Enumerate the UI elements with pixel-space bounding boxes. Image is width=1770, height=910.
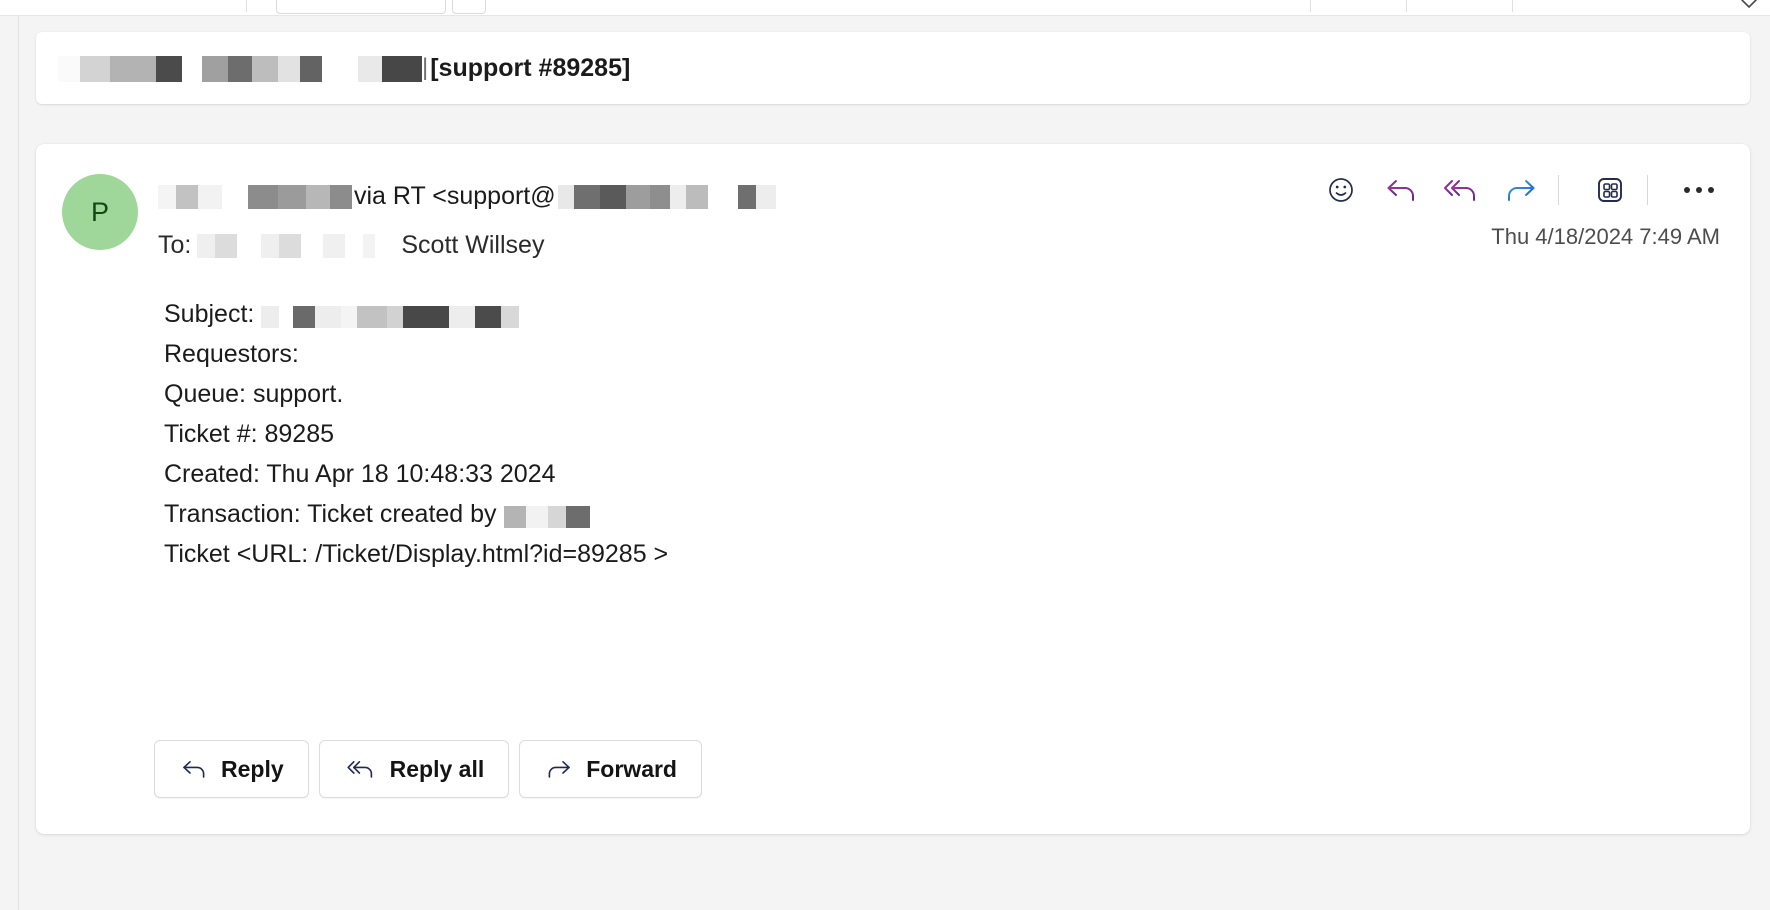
body-line-ticket-url: Ticket <URL: /Ticket/Display.html?id=892… [164, 540, 669, 568]
message-timestamp: Thu 4/18/2024 7:49 AM [1491, 224, 1720, 249]
conversation-subject: | [support #89285] [58, 54, 630, 83]
body-transaction-prefix: Transaction: Ticket created by [164, 500, 497, 528]
forward-icon [544, 757, 574, 781]
toolbar-corner [1682, 0, 1722, 14]
body-subject-redacted [261, 295, 520, 335]
reply-all-icon[interactable] [1438, 167, 1484, 213]
message-card: P via RT <support@ To: Scott Willsey Thu… [36, 144, 1750, 834]
reply-all-button[interactable]: Reply all [318, 740, 510, 798]
body-line-transaction: Transaction: Ticket created by [164, 494, 668, 534]
sender-name-redacted-2 [248, 182, 352, 211]
more-options-icon[interactable] [1676, 167, 1722, 213]
body-line-requestors: Requestors: [164, 340, 299, 368]
avatar: P [62, 174, 138, 250]
message-footer-actions: Reply Reply all Forward [154, 740, 712, 798]
subject-separator: | [422, 54, 429, 81]
reply-all-button-label: Reply all [389, 755, 485, 782]
forward-button[interactable]: Forward [519, 740, 702, 798]
left-rail-divider [18, 16, 19, 910]
apps-grid-icon[interactable] [1587, 167, 1633, 213]
toolbar-divider-left [246, 0, 247, 12]
forward-icon[interactable] [1498, 167, 1544, 213]
message-recipient-line: To: Scott Willsey [158, 231, 544, 260]
actions-divider-2 [1647, 175, 1648, 205]
conversation-subject-card: | [support #89285] [36, 32, 1750, 104]
reply-icon[interactable] [1378, 167, 1424, 213]
reply-button[interactable]: Reply [154, 740, 309, 798]
message-sender-line: via RT <support@ [158, 182, 776, 211]
sender-name-redacted-1 [158, 182, 222, 211]
message-body: Subject: Requestors: Queue: support. Tic… [164, 294, 668, 574]
recipient-redacted-blocks [197, 231, 376, 260]
sender-domain-redacted [557, 182, 776, 211]
toolbar-divider-3 [1512, 0, 1513, 12]
toolbar-search-box[interactable] [276, 0, 446, 14]
reply-button-label: Reply [221, 755, 284, 782]
subject-ticket-id: [support #89285] [430, 53, 631, 82]
forward-button-label: Forward [586, 755, 677, 782]
body-line-subject: Subject: [164, 294, 668, 334]
body-transaction-redacted [503, 495, 590, 535]
chevron-down-icon[interactable] [1736, 0, 1762, 14]
body-line-queue: Queue: support. [164, 380, 344, 408]
recipient-name: Scott Willsey [401, 231, 545, 259]
toolbar-divider-2 [1406, 0, 1407, 12]
body-line-created: Created: Thu Apr 18 10:48:33 2024 [164, 460, 556, 488]
subject-redacted-blocks [58, 54, 422, 83]
toolbar-box-button[interactable] [452, 0, 486, 14]
to-label: To: [158, 231, 192, 259]
body-line-ticket-number: Ticket #: 89285 [164, 420, 335, 448]
toolbar-divider-1 [1310, 0, 1311, 12]
reply-icon [179, 757, 209, 781]
react-emoji-icon[interactable] [1318, 167, 1364, 213]
reply-all-icon [344, 757, 378, 781]
actions-divider-1 [1558, 175, 1559, 205]
top-toolbar-strip [0, 0, 1770, 16]
body-subject-label: Subject: [164, 300, 255, 328]
sender-via-text: via RT <support@ [354, 182, 556, 210]
message-actions-toolbar [1318, 166, 1722, 214]
